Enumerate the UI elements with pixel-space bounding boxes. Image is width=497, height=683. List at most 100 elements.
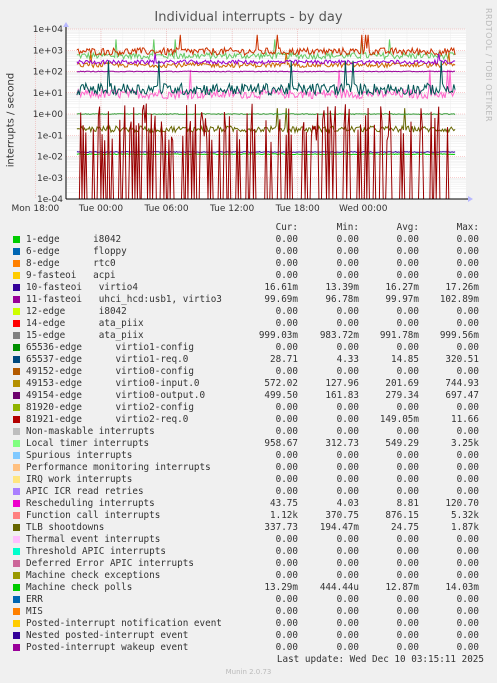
legend-swatch [13, 308, 20, 315]
legend-row: 65536-edge virtio1-config 0.00 0.00 0.00 0.0… [0, 342, 497, 354]
legend-value-max: 3.25k [451, 438, 479, 449]
legend-label: 9-fasteoi acpi [26, 270, 116, 281]
legend-value-min: 0.00 [336, 270, 359, 281]
legend-value-avg: 0.00 [396, 642, 419, 653]
legend-value-cur: 999.03m [258, 330, 298, 341]
legend-row: Rescheduling interrupts 43.75 4.03 8.81 120.… [0, 498, 497, 510]
legend-value-max: 0.00 [456, 546, 479, 557]
x-tick-label: Tue 00:00 [78, 204, 123, 214]
legend-value-cur: 0.00 [275, 618, 298, 629]
legend-value-max: 0.00 [456, 234, 479, 245]
legend-value-avg: 991.78m [379, 330, 419, 341]
legend-value-max: 0.00 [456, 450, 479, 461]
legend-label: MIS [26, 606, 43, 617]
legend-value-min: 13.39m [325, 282, 359, 293]
legend-value-max: 0.00 [456, 246, 479, 257]
legend-value-max: 0.00 [456, 366, 479, 377]
legend-swatch [13, 404, 20, 411]
legend-label: Spurious interrupts [26, 450, 133, 461]
legend-value-cur: 0.00 [275, 402, 298, 413]
legend-swatch [13, 620, 20, 627]
legend-value-cur: 0.00 [275, 558, 298, 569]
legend-row: Posted-interrupt notification event 0.00 0… [0, 618, 497, 630]
legend-value-cur: 0.00 [275, 570, 298, 581]
legend-value-avg: 0.00 [396, 450, 419, 461]
legend-value-max: 0.00 [456, 486, 479, 497]
y-axis-arrow [63, 22, 69, 27]
legend-value-min: 312.73 [325, 438, 359, 449]
legend-row: Function call interrupts 1.12k 370.75 876.1… [0, 510, 497, 522]
legend-label: Nested posted-interrupt event [26, 630, 189, 641]
x-tick-label: Mon 18:00 [12, 204, 60, 214]
legend-swatch [13, 572, 20, 579]
legend-value-max: 5.32k [451, 510, 479, 521]
legend-row: Spurious interrupts 0.00 0.00 0.00 0.00 [0, 450, 497, 462]
legend-label: 81921-edge virtio2-req.0 [26, 414, 189, 425]
legend-value-cur: 16.61m [264, 282, 298, 293]
legend-swatch [13, 644, 20, 651]
legend-value-min: 0.00 [336, 234, 359, 245]
legend-value-min: 0.00 [336, 462, 359, 473]
legend-value-min: 370.75 [325, 510, 359, 521]
legend-value-max: 0.00 [456, 558, 479, 569]
legend-row: ERR 0.00 0.00 0.00 0.00 [0, 594, 497, 606]
legend-swatch [13, 488, 20, 495]
legend-label: Machine check polls [26, 582, 133, 593]
legend-value-avg: 0.00 [396, 594, 419, 605]
legend-value-avg: 0.00 [396, 534, 419, 545]
legend-value-min: 0.00 [336, 426, 359, 437]
legend-value-cur: 0.00 [275, 318, 298, 329]
y-tick-label: 1e-03 [37, 174, 63, 184]
legend-value-min: 161.83 [325, 390, 359, 401]
legend-value-max: 0.00 [456, 342, 479, 353]
legend-label: Posted-interrupt wakeup event [26, 642, 189, 653]
legend-value-max: 0.00 [456, 630, 479, 641]
legend-value-cur: 958.67 [264, 438, 298, 449]
legend-swatch [13, 392, 20, 399]
legend-value-cur: 0.00 [275, 534, 298, 545]
legend-label: Machine check exceptions [26, 570, 161, 581]
legend-value-cur: 499.50 [264, 390, 298, 401]
legend-swatch [13, 416, 20, 423]
legend-swatch [13, 236, 20, 243]
legend-value-avg: 14.85 [391, 354, 419, 365]
legend-value-min: 0.00 [336, 534, 359, 545]
legend-swatch [13, 632, 20, 639]
y-tick-label: 1e+02 [33, 68, 63, 78]
legend-value-cur: 0.00 [275, 606, 298, 617]
legend-value-max: 14.03m [445, 582, 479, 593]
legend-value-avg: 0.00 [396, 546, 419, 557]
legend-value-max: 0.00 [456, 534, 479, 545]
legend-swatch [13, 608, 20, 615]
legend-label: Deferred Error APIC interrupts [26, 558, 194, 569]
legend-label: 81920-edge virtio2-config [26, 402, 194, 413]
legend-swatch [13, 296, 20, 303]
legend-value-avg: 0.00 [396, 630, 419, 641]
legend-row: IRQ work interrupts 0.00 0.00 0.00 0.00 [0, 474, 497, 486]
x-tick-label: Tue 06:00 [143, 204, 188, 214]
legend-row: 49153-edge virtio0-input.0 572.02 127.96 20… [0, 378, 497, 390]
legend-value-min: 0.00 [336, 366, 359, 377]
legend-value-cur: 28.71 [270, 354, 298, 365]
legend-row: Deferred Error APIC interrupts 0.00 0.00 0.… [0, 558, 497, 570]
legend-value-max: 744.93 [445, 378, 479, 389]
legend-value-max: 0.00 [456, 570, 479, 581]
legend-value-cur: 337.73 [264, 522, 298, 533]
legend-value-min: 96.78m [325, 294, 359, 305]
legend-row: Posted-interrupt wakeup event 0.00 0.00 0.0… [0, 642, 497, 654]
legend-label: 65537-edge virtio1-req.0 [26, 354, 189, 365]
legend-value-avg: 12.87m [385, 582, 419, 593]
legend-label: Local timer interrupts [26, 438, 150, 449]
legend-row: Machine check polls 13.29m 444.44u 12.87m 14… [0, 582, 497, 594]
legend-value-max: 120.70 [445, 498, 479, 509]
legend-value-max: 0.00 [456, 462, 479, 473]
legend-value-cur: 0.00 [275, 546, 298, 557]
legend-value-cur: 0.00 [275, 270, 298, 281]
legend-value-cur: 43.75 [270, 498, 298, 509]
legend-row: Nested posted-interrupt event 0.00 0.00 0.0… [0, 630, 497, 642]
legend-value-avg: 0.00 [396, 342, 419, 353]
legend-swatch [13, 344, 20, 351]
legend-row: APIC ICR read retries 0.00 0.00 0.00 0.00 [0, 486, 497, 498]
legend-value-cur: 0.00 [275, 594, 298, 605]
legend-value-min: 0.00 [336, 258, 359, 269]
